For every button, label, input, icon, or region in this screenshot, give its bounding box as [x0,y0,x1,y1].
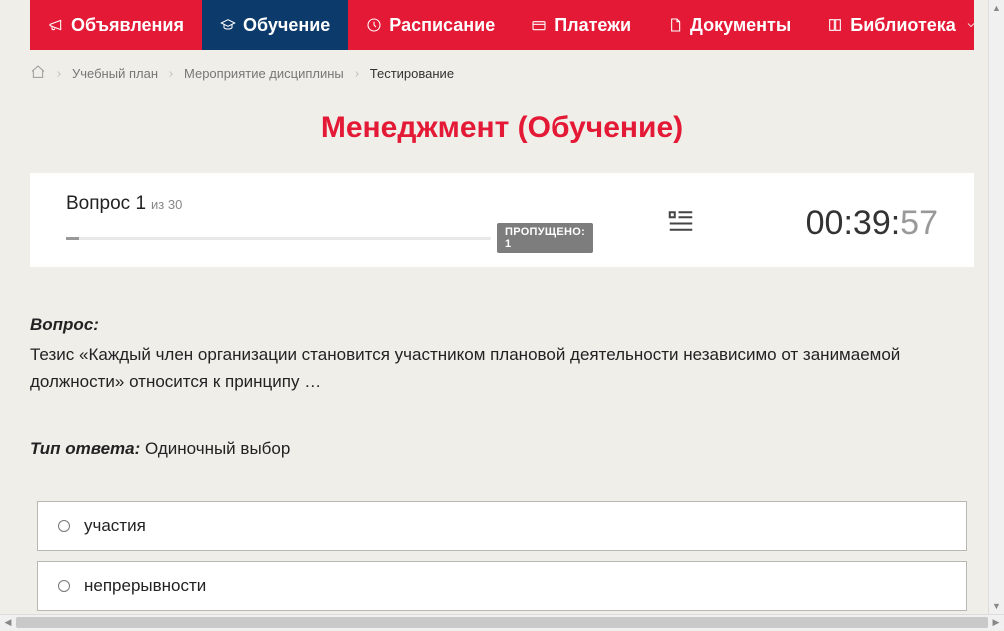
answer-radio[interactable] [58,580,70,592]
timer-main: 00:39: [806,204,901,243]
scrollbar-track[interactable] [16,615,988,630]
question-number: Вопрос 1 [66,193,146,215]
graduation-icon [220,17,236,33]
breadcrumb-discipline-event[interactable]: Мероприятие дисциплины [184,66,344,81]
answers-list: участия непрерывности [37,501,967,614]
megaphone-icon [48,17,64,33]
scroll-up-button[interactable]: ▲ [989,0,1004,16]
answer-type-value: Одиночный выбор [140,439,290,458]
vertical-scrollbar[interactable]: ▲ ▼ [988,0,1004,614]
scroll-left-button[interactable]: ◀ [0,615,16,631]
nav-schedule[interactable]: Расписание [348,0,513,50]
nav-label: Документы [690,15,791,36]
skipped-badge: ПРОПУЩЕНО: 1 [497,223,593,253]
answer-type-label: Тип ответа: [30,439,140,458]
answer-text: участия [84,516,146,536]
main-nav: Объявления Обучение Расписание Платежи Д… [30,0,974,50]
question-label: Вопрос: [30,315,974,335]
breadcrumb-curriculum[interactable]: Учебный план [72,66,158,81]
question-list-button[interactable] [666,206,696,241]
breadcrumb: Учебный план Мероприятие дисциплины Тест… [30,64,974,83]
horizontal-scrollbar[interactable]: ◀ ▶ [0,614,1004,630]
question-total: из 30 [151,197,182,212]
chevron-right-icon [352,69,362,79]
status-panel: Вопрос 1 из 30 ПРОПУЩЕНО: 1 00:39:57 [30,173,974,267]
page-title: Менеджмент (Обучение) [30,111,974,145]
nav-label: Объявления [71,15,184,36]
scroll-right-button[interactable]: ▶ [988,615,1004,631]
nav-payments[interactable]: Платежи [513,0,649,50]
chevron-down-icon [965,19,977,31]
scrollbar-thumb[interactable] [16,617,988,628]
payment-icon [531,17,547,33]
answer-text: непрерывности [84,576,206,596]
progress-fill [66,237,79,240]
answer-radio[interactable] [58,520,70,532]
answer-option[interactable]: участия [37,501,967,551]
question-text: Тезис «Каждый член организации становитс… [30,341,974,395]
document-icon [667,17,683,33]
scroll-down-button[interactable]: ▼ [989,598,1004,614]
nav-label: Библиотека [850,15,956,36]
nav-documents[interactable]: Документы [649,0,809,50]
nav-label: Обучение [243,15,330,36]
progress-bar [66,237,491,240]
nav-learning[interactable]: Обучение [202,0,348,50]
nav-announcements[interactable]: Объявления [30,0,202,50]
timer: 00:39:57 [806,204,938,243]
nav-library[interactable]: Библиотека [809,0,995,50]
timer-seconds: 57 [900,204,938,243]
home-icon[interactable] [30,64,46,83]
clock-icon [366,17,382,33]
breadcrumb-testing: Тестирование [370,66,454,81]
book-icon [827,17,843,33]
chevron-right-icon [166,69,176,79]
nav-label: Расписание [389,15,495,36]
chevron-right-icon [54,69,64,79]
answer-option[interactable]: непрерывности [37,561,967,611]
nav-label: Платежи [554,15,631,36]
